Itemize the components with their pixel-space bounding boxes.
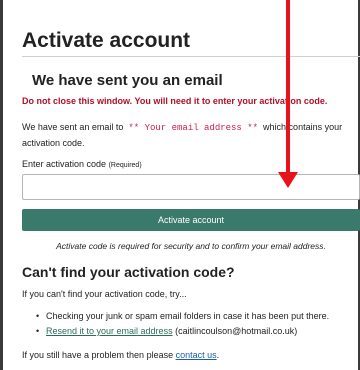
list-item: • Checking your junk or spam email folde… <box>36 309 360 324</box>
title-divider <box>22 56 360 57</box>
resend-email-address: (caitlincoulson@hotmail.co.uk) <box>175 326 298 336</box>
window-left-border <box>0 0 3 370</box>
do-not-close-warning: Do not close this window. You will need … <box>22 96 328 106</box>
activation-code-label: Enter activation code (Required) <box>22 159 142 169</box>
contact-us-link[interactable]: contact us <box>176 350 217 360</box>
footer-suffix: . <box>216 350 220 360</box>
sent-prefix: We have sent an email to <box>22 122 124 132</box>
activation-code-label-text: Enter activation code <box>22 159 107 169</box>
security-note: Activate code is required for security a… <box>56 241 326 251</box>
activation-code-input[interactable] <box>22 174 360 200</box>
activate-account-button[interactable]: Activate account <box>22 209 360 231</box>
email-address-placeholder: ** Your email address ** <box>128 123 259 133</box>
bullet-icon: • <box>36 311 40 321</box>
annotation-arrow-shaft <box>286 0 290 174</box>
list-item: • Resend it to your email address (caitl… <box>36 324 360 339</box>
email-sent-heading: We have sent you an email <box>32 72 223 89</box>
bullet-icon: • <box>36 326 40 336</box>
resend-email-link[interactable]: Resend it to your email address <box>46 326 173 336</box>
help-intro: If you can't find your activation code, … <box>22 289 187 299</box>
tip-check-junk: Checking your junk or spam email folders… <box>46 311 330 321</box>
contact-footer: If you still have a problem then please … <box>22 350 219 360</box>
required-marker: (Required) <box>108 162 142 169</box>
footer-prefix: If you still have a problem then please <box>22 350 174 360</box>
email-sent-message: We have sent an email to ** Your email a… <box>22 120 360 151</box>
annotation-arrow-head-icon <box>278 172 298 188</box>
page-title: Activate account <box>22 29 191 52</box>
help-heading: Can't find your activation code? <box>22 264 235 280</box>
help-tips-list: • Checking your junk or spam email folde… <box>36 309 360 339</box>
